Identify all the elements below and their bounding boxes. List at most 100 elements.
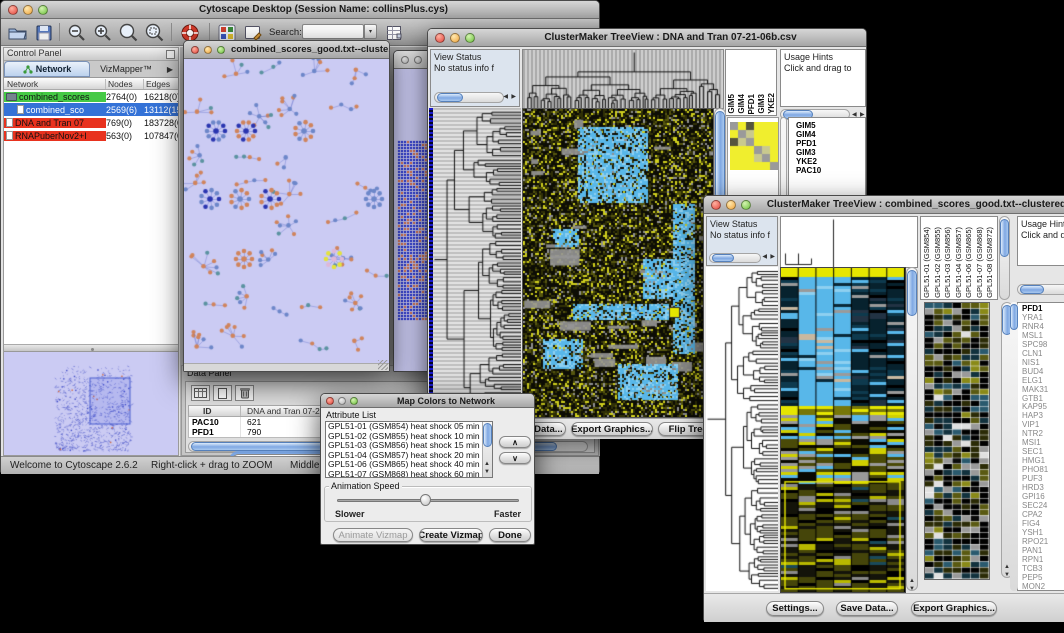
minimize-button[interactable] — [204, 46, 212, 54]
tv1-row-dendrogram-canvas[interactable] — [433, 108, 521, 416]
new-attribute-button[interactable] — [213, 385, 232, 401]
scroll-left-icon[interactable] — [762, 254, 767, 260]
attribute-list-item[interactable]: GPL51-07 (GSM868) heat shock 60 min — [326, 470, 492, 479]
scroll-up-icon[interactable] — [909, 578, 915, 584]
tv2-gene-list[interactable]: PFD1 YRA1 RNR4 MSL1 SPC98 CLN1 NIS1 BUD4… — [1017, 302, 1064, 591]
attribute-listbox[interactable]: GPL51-01 (GSM854) heat shock 05 min GPL5… — [325, 421, 493, 478]
tv2-column-dendrogram-canvas[interactable] — [780, 216, 918, 268]
zoom-button[interactable] — [741, 200, 751, 210]
scroll-down-icon[interactable] — [484, 469, 490, 475]
scrollbar-thumb[interactable] — [907, 270, 917, 316]
network-list-row[interactable]: RNAPuberNov2+I 563(0) 107847(0) — [4, 129, 178, 142]
zoom-button[interactable] — [217, 46, 225, 54]
scroll-left-icon[interactable] — [503, 94, 508, 100]
zoom-button[interactable] — [350, 397, 358, 405]
network-window-titlebar[interactable]: combined_scores_good.txt--cluste... — [184, 41, 389, 59]
column-header-nodes[interactable]: Nodes — [106, 79, 144, 89]
save-session-button[interactable] — [32, 21, 55, 44]
tv2-status-hscrollbar[interactable] — [709, 253, 761, 263]
delete-attribute-button[interactable] — [235, 385, 254, 401]
treeview2-titlebar[interactable]: ClusterMaker TreeView : combined_scores_… — [704, 196, 1064, 214]
tv2-hints-hscrollbar[interactable] — [1017, 284, 1064, 295]
zoom-in-button[interactable] — [91, 21, 114, 44]
dialog-titlebar[interactable]: Map Colors to Network — [321, 394, 534, 408]
column-label[interactable]: PFD1 — [747, 94, 757, 114]
export-graphics-button[interactable]: Export Graphics... — [911, 601, 997, 616]
gene-label[interactable]: MON2 — [1022, 583, 1064, 591]
gene-label[interactable]: GIM5 — [796, 121, 865, 130]
tv2-heatmap-canvas[interactable] — [780, 267, 906, 593]
column-label[interactable]: GPL51-07 (GSM868) — [975, 227, 986, 298]
minimize-button[interactable] — [726, 200, 736, 210]
minimize-button[interactable] — [450, 33, 460, 43]
speed-slider-thumb[interactable] — [420, 494, 431, 506]
scroll-down-icon[interactable] — [909, 586, 915, 592]
scrollbar-thumb[interactable] — [437, 93, 463, 102]
scroll-right-icon[interactable] — [770, 254, 775, 260]
column-label[interactable]: GPL51-06 (GSM865) — [964, 227, 975, 298]
column-header-edges[interactable]: Edges — [144, 79, 178, 89]
network-list-row[interactable]: DNA and Tran 07 769(0) 183728(0) — [4, 116, 178, 129]
scrollbar-thumb[interactable] — [1020, 285, 1044, 294]
tv2-labels-vscrollbar[interactable] — [999, 216, 1010, 300]
column-label[interactable]: GPL51-03 (GSM856) — [943, 227, 954, 298]
scrollbar-thumb[interactable] — [715, 111, 725, 199]
scrollbar-thumb[interactable] — [1000, 219, 1009, 257]
settings-button[interactable]: Settings... — [766, 601, 824, 616]
data-column-id[interactable]: ID — [189, 406, 241, 416]
column-label[interactable]: YKE2 — [767, 93, 777, 114]
move-attribute-up-button[interactable]: ∧ — [499, 436, 531, 448]
tv1-status-hscrollbar[interactable] — [434, 92, 504, 103]
open-file-button[interactable] — [6, 21, 29, 44]
network-table-header[interactable]: Network Nodes Edges — [4, 78, 178, 90]
column-header-network[interactable]: Network — [4, 79, 106, 89]
scrollbar-thumb[interactable] — [1010, 304, 1018, 330]
panel-splitter[interactable] — [4, 344, 178, 352]
birdseye-overview-canvas[interactable] — [4, 352, 178, 455]
tab-vizmapper[interactable]: VizMapper™ — [90, 61, 162, 77]
zoom-fit-button[interactable] — [117, 21, 140, 44]
minimize-button[interactable] — [338, 397, 346, 405]
close-button[interactable] — [401, 56, 409, 64]
tv2-genelist-vscrollbar[interactable] — [1010, 302, 1018, 591]
scroll-right-icon[interactable] — [511, 94, 516, 100]
scrollbar-thumb[interactable] — [712, 254, 734, 262]
scroll-up-icon[interactable] — [484, 461, 490, 467]
move-attribute-down-button[interactable]: ∨ — [499, 452, 531, 464]
tv1-heatmap-canvas[interactable] — [522, 108, 714, 418]
close-button[interactable] — [8, 5, 18, 15]
export-graphics-button[interactable]: Export Graphics... — [571, 422, 653, 436]
close-button[interactable] — [326, 397, 334, 405]
gene-label[interactable]: YKE2 — [796, 157, 865, 166]
gene-label[interactable]: GIM3 — [796, 148, 865, 157]
treeview1-titlebar[interactable]: ClusterMaker TreeView : DNA and Tran 07-… — [428, 29, 866, 47]
minimize-button[interactable] — [414, 56, 422, 64]
tabs-overflow-arrow[interactable]: ▶ — [162, 61, 178, 77]
column-label[interactable]: GPL51-02 (GSM855) — [933, 227, 944, 298]
column-label[interactable]: GPL51-08 (GSM872) — [985, 227, 996, 298]
close-button[interactable] — [711, 200, 721, 210]
network-list-row[interactable]: combined_scores 2764(0) 16218(0) — [4, 90, 178, 103]
create-vizmap-button[interactable]: Create Vizmap — [419, 528, 483, 542]
zoom-out-button[interactable] — [65, 21, 88, 44]
main-titlebar[interactable]: Cytoscape Desktop (Session Name: collins… — [1, 1, 599, 19]
tv2-column-labels[interactable]: GPL51-01 (GSM854) GPL51-02 (GSM855) GPL5… — [920, 216, 998, 300]
tab-network[interactable]: Network — [4, 61, 90, 77]
zoom-selected-button[interactable] — [143, 21, 166, 44]
tv1-column-dendrogram-canvas[interactable] — [522, 49, 724, 109]
network-view-canvas[interactable] — [184, 59, 389, 365]
search-dropdown-button[interactable]: ▾ — [364, 24, 377, 39]
resize-grip[interactable] — [378, 360, 388, 370]
save-data-button[interactable]: Save Data... — [836, 601, 898, 616]
tv2-zoom-heatmap-canvas[interactable] — [924, 302, 990, 580]
minimize-button[interactable] — [23, 5, 33, 15]
animate-vizmap-button[interactable]: Animate Vizmap — [333, 528, 413, 542]
zoom-button[interactable] — [465, 33, 475, 43]
column-label[interactable]: GIM3 — [757, 94, 767, 114]
column-label[interactable]: GIM4 — [737, 94, 747, 114]
zoom-button[interactable] — [38, 5, 48, 15]
close-button[interactable] — [191, 46, 199, 54]
gene-label[interactable]: PFD1 — [796, 139, 865, 148]
tv1-column-labels[interactable]: GIM5 GIM4 PFD1 GIM3 YKE2 PAC10 — [725, 49, 777, 116]
network-list-row[interactable]: combined_sco 2569(6) 13112(15) — [4, 103, 178, 116]
